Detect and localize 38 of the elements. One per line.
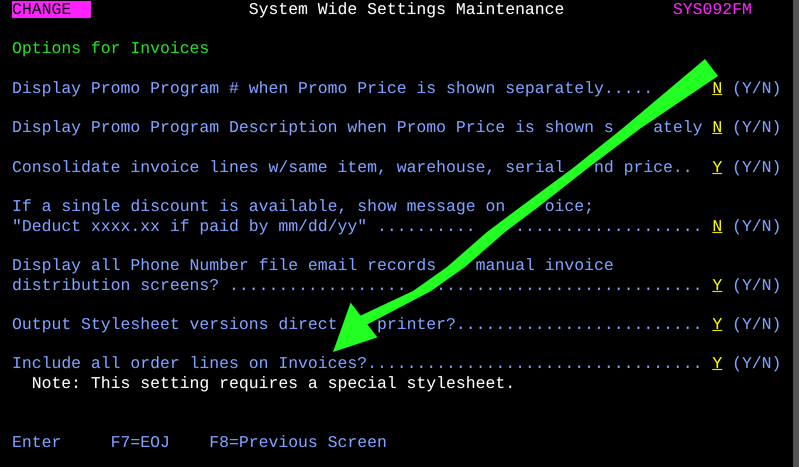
setting-label: Display Promo Program Description when Promo Price is shown s — [12, 118, 614, 138]
answer-field[interactable]: Y — [712, 315, 722, 335]
hint-text: (Y/N) — [732, 78, 782, 98]
answer-field[interactable]: N — [712, 216, 722, 236]
hint-text: (Y/N) — [732, 158, 782, 178]
answer-field[interactable]: Y — [712, 276, 722, 296]
function-key[interactable]: F7=EOJ — [110, 433, 170, 452]
answer-field[interactable]: Y — [712, 354, 722, 374]
setting-label: ately — [653, 118, 703, 138]
mode-label: CHANGE — [12, 1, 91, 18]
setting-label: oice; — [544, 196, 594, 217]
setting-label: Display Promo Program # when Promo Price is shown separately..... — [12, 78, 654, 98]
answer-field[interactable]: N — [712, 78, 722, 98]
setting-label: printer?......................... — [376, 315, 702, 335]
hint-text: (Y/N) — [732, 276, 782, 296]
setting-label: ................... — [515, 216, 703, 236]
setting-label: nd price.. — [594, 158, 693, 178]
setting-label: ........................... — [436, 276, 703, 296]
hint-text: (Y/N) — [732, 216, 782, 236]
answer-field[interactable]: N — [712, 118, 722, 138]
setting-label: Include all order lines on Invoices?.................................. — [12, 354, 702, 374]
note-text: Note: This setting requires a special stylesheet. — [30, 374, 516, 394]
setting-label: Consolidate invoice lines w/same item, warehouse, serial — [12, 158, 564, 178]
setting-label: Display all Phone Number file email records — [12, 256, 436, 276]
program-name: SYS092FM — [672, 0, 752, 19]
answer-field[interactable]: Y — [712, 158, 722, 178]
hint-text: (Y/N) — [732, 354, 782, 374]
setting-label: "Deduct xxxx.xx if paid by mm/dd/yy" .......... — [12, 216, 476, 236]
setting-label: distribution screens? .................. — [12, 276, 407, 296]
hint-text: (Y/N) — [732, 315, 782, 335]
hint-text: (Y/N) — [732, 118, 782, 138]
function-key[interactable]: Enter — [12, 433, 62, 452]
screen-title: System Wide Settings Maintenance — [248, 0, 564, 19]
setting-label: manual invoice — [476, 256, 614, 276]
setting-label: If a single discount is available, show message on — [12, 196, 506, 217]
function-key[interactable]: F8=Previous Screen — [209, 433, 387, 452]
section-title: Options for Invoices — [12, 39, 210, 60]
setting-label: Output Stylesheet versions direct — [12, 315, 338, 335]
